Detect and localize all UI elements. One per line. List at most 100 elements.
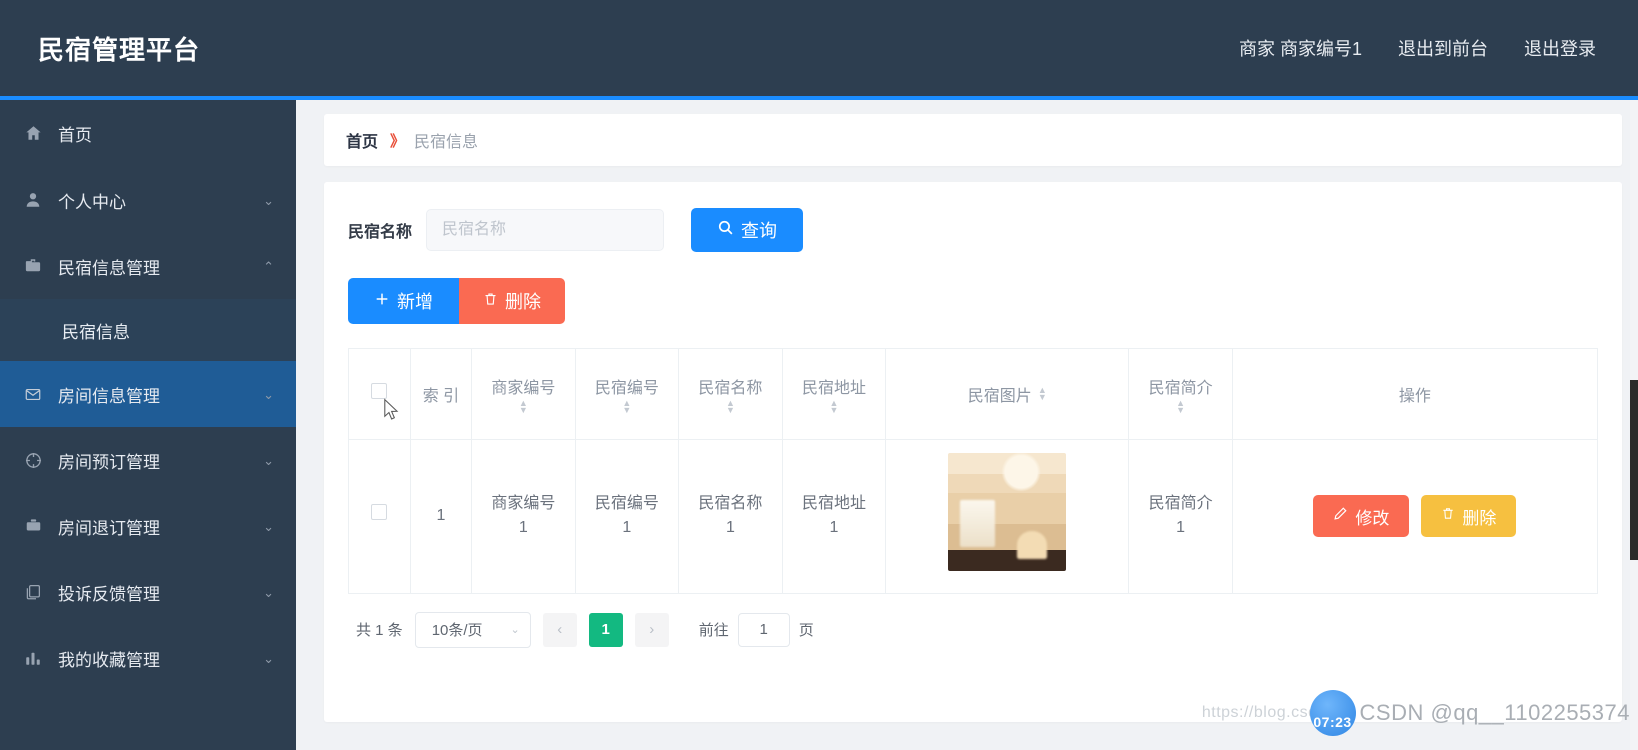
cell-operations: 修改 删除 (1232, 439, 1597, 594)
sidebar-item-room-cancel-management[interactable]: 房间退订管理 ⌄ (0, 493, 296, 559)
home-icon (20, 122, 46, 144)
sort-icon[interactable]: ▲ ▼ (726, 398, 735, 414)
sort-icon[interactable]: ▲ ▼ (519, 398, 528, 414)
sidebar-label-room-cancel-management: 房间退订管理 (58, 518, 160, 538)
breadcrumb-separator-icon: 》 (390, 131, 405, 150)
page-number-1[interactable]: 1 (588, 612, 623, 647)
th-homestay-intro-label: 民宿简介 (1148, 379, 1213, 397)
table-header-row: 索 引 商家编号 ▲ ▼ 民宿编号 ▲ ▼ 民宿名称 ▲ ▼ 民宿地址 ▲ ▼ … (349, 349, 1597, 440)
page-jump-suffix: 页 (798, 622, 814, 639)
merchant-account[interactable]: 商家 商家编号1 (1239, 35, 1362, 61)
breadcrumb-home[interactable]: 首页 (346, 128, 378, 152)
th-homestay-name-label: 民宿名称 (698, 379, 763, 397)
watermark: https://blog.csdn.net 07:23 CSDN @qq__11… (1202, 690, 1630, 736)
chevron-down-icon: ⌄ (263, 584, 274, 600)
pagination-total: 共 1 条 (356, 622, 403, 639)
cell-homestay-address: 民宿地址 1 (782, 439, 887, 594)
app-root: 民宿管理平台 商家 商家编号1 退出到前台 退出登录 首页 个人中心 ⌄ 民宿信… (0, 0, 1638, 750)
sidebar-item-homestay-info[interactable]: 民宿信息 (0, 299, 296, 361)
query-button-label: 查询 (741, 221, 778, 241)
prev-page-button[interactable]: ‹ (542, 612, 577, 647)
homestay-thumbnail-image[interactable] (948, 453, 1067, 571)
top-header: 民宿管理平台 商家 商家编号1 退出到前台 退出登录 (0, 0, 1638, 96)
cell-homestay-image (885, 439, 1130, 594)
sidebar-item-room-info-management[interactable]: 房间信息管理 ⌄ (0, 361, 296, 427)
exit-to-front-link[interactable]: 退出到前台 (1398, 35, 1488, 61)
sort-icon[interactable]: ▲ ▼ (1038, 385, 1047, 401)
logout-link[interactable]: 退出登录 (1524, 35, 1596, 61)
chevron-down-icon: ⌄ (263, 518, 274, 534)
cell-index: 1 (410, 439, 473, 594)
cell-homestay-name: 民宿名称 1 (678, 439, 783, 594)
th-merchant-no[interactable]: 商家编号 ▲ ▼ (471, 349, 576, 440)
pencil-icon (1333, 506, 1348, 526)
th-homestay-image-label: 民宿图片 (967, 387, 1032, 405)
main-content: 首页 》 民宿信息 民宿名称 查询 (296, 100, 1638, 750)
sidebar-item-home[interactable]: 首页 (0, 100, 296, 166)
data-table: 索 引 商家编号 ▲ ▼ 民宿编号 ▲ ▼ 民宿名称 ▲ ▼ 民宿地址 ▲ ▼ … (348, 348, 1598, 594)
sort-icon[interactable]: ▲ ▼ (622, 398, 631, 414)
page-jump-input[interactable] (737, 612, 790, 647)
app-brand-title: 民宿管理平台 (38, 34, 201, 65)
sidebar-item-room-booking-management[interactable]: 房间预订管理 ⌄ (0, 427, 296, 493)
th-homestay-intro[interactable]: 民宿简介 ▲ ▼ (1128, 349, 1233, 440)
page-jump: 前往 页 (698, 612, 814, 647)
th-homestay-address-label: 民宿地址 (801, 379, 866, 397)
page-size-select[interactable]: 10条/页 ⌄ (414, 611, 531, 648)
sidebar-item-complaint-management[interactable]: 投诉反馈管理 ⌄ (0, 559, 296, 625)
next-page-button[interactable]: › (634, 612, 669, 647)
row-select-cell (349, 439, 411, 594)
user-icon (20, 189, 46, 211)
watermark-time-badge: 07:23 (1309, 690, 1356, 736)
mail-icon (20, 383, 46, 405)
search-label: 民宿名称 (348, 224, 413, 241)
sidebar-label-favorites-management: 我的收藏管理 (58, 650, 160, 670)
th-homestay-no-label: 民宿编号 (594, 379, 659, 397)
select-all-checkbox[interactable] (371, 383, 388, 400)
th-homestay-no[interactable]: 民宿编号 ▲ ▼ (575, 349, 680, 440)
chevron-down-icon: ⌄ (263, 452, 274, 468)
sort-icon[interactable]: ▲ ▼ (1176, 398, 1185, 414)
sidebar-item-homestay-management[interactable]: 民宿信息管理 ⌃ (0, 233, 296, 299)
toolbar: 新增 删除 (348, 278, 1598, 324)
sidebar-item-favorites-management[interactable]: 我的收藏管理 ⌄ (0, 625, 296, 691)
th-homestay-address[interactable]: 民宿地址 ▲ ▼ (782, 349, 887, 440)
th-select-all (349, 349, 411, 440)
content-panel: 民宿名称 查询 新增 (324, 182, 1622, 722)
row-checkbox[interactable] (371, 504, 388, 520)
sort-icon[interactable]: ▲ ▼ (830, 398, 839, 414)
sidebar-label-homestay-info: 民宿信息 (62, 322, 130, 342)
table-row: 1 商家编号 1 民宿编号 1 民宿名称 1 民宿地址 1 民宿简介 1 修改 … (349, 439, 1597, 594)
pagination: 共 1 条 10条/页 ⌄ ‹ 1 › 前往 页 (348, 594, 1598, 648)
page-scrollbar-thumb[interactable] (1630, 380, 1638, 560)
copy-icon (20, 581, 46, 603)
th-homestay-image[interactable]: 民宿图片 ▲ ▼ (885, 349, 1130, 440)
trash-icon (483, 291, 498, 312)
row-delete-button-label: 删除 (1462, 508, 1497, 528)
edit-button-label: 修改 (1355, 508, 1390, 528)
batch-delete-button-label: 删除 (505, 292, 541, 312)
chevron-up-icon: ⌃ (263, 258, 274, 274)
top-nav: 商家 商家编号1 退出到前台 退出登录 (1239, 35, 1596, 61)
page-size-value: 10条/页 (431, 622, 483, 639)
sidebar-label-personal-center: 个人中心 (58, 192, 126, 212)
suitcase-icon (20, 515, 46, 537)
breadcrumb: 首页 》 民宿信息 (324, 114, 1622, 166)
page-jump-prefix: 前往 (698, 622, 729, 639)
watermark-text: CSDN @qq__1102255374 (1359, 700, 1630, 725)
sidebar-label-complaint-management: 投诉反馈管理 (58, 584, 160, 604)
add-button[interactable]: 新增 (348, 278, 459, 324)
row-delete-button[interactable]: 删除 (1421, 495, 1517, 537)
breadcrumb-current: 民宿信息 (414, 134, 479, 151)
trash-icon (1441, 506, 1455, 526)
chevron-down-icon: ⌄ (263, 386, 274, 402)
sidebar-item-personal-center[interactable]: 个人中心 ⌄ (0, 167, 296, 233)
search-input[interactable] (426, 209, 665, 251)
compass-icon (20, 449, 46, 471)
edit-button[interactable]: 修改 (1313, 495, 1410, 537)
batch-delete-button[interactable]: 删除 (459, 278, 565, 324)
th-index[interactable]: 索 引 (410, 349, 473, 440)
query-button[interactable]: 查询 (691, 208, 804, 252)
th-homestay-name[interactable]: 民宿名称 ▲ ▼ (678, 349, 783, 440)
cell-homestay-no: 民宿编号 1 (575, 439, 680, 594)
